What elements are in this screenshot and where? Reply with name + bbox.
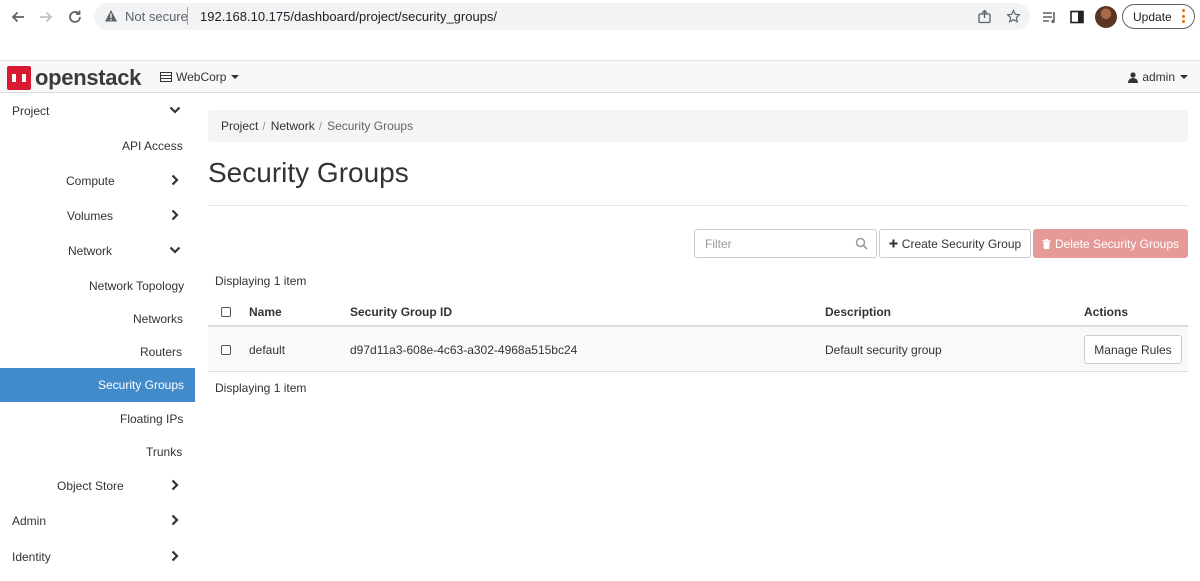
- create-button-label: Create Security Group: [901, 236, 1022, 251]
- sidebar-item-label: Security Groups: [98, 378, 185, 392]
- profile-avatar[interactable]: [1095, 6, 1117, 28]
- sidebar-item-api-access[interactable]: API Access: [0, 129, 195, 163]
- sidebar-item-volumes[interactable]: Volumes: [0, 199, 195, 233]
- brand-name: openstack: [35, 64, 142, 90]
- sidebar-item-label: Volumes: [67, 209, 114, 223]
- create-security-group-button[interactable]: Create Security Group: [879, 229, 1031, 258]
- sidebar-item-identity[interactable]: Identity: [0, 540, 195, 574]
- sidebar-item-floating-ips[interactable]: Floating IPs: [0, 402, 195, 436]
- filter-field[interactable]: [694, 229, 877, 258]
- chevron-down-icon: [169, 246, 181, 254]
- sidebar-item-network-topology[interactable]: Network Topology: [0, 269, 195, 303]
- sidebar-item-trunks[interactable]: Trunks: [0, 435, 195, 469]
- sidebar-item-networks[interactable]: Networks: [0, 302, 195, 336]
- chevron-down-icon: [169, 106, 181, 114]
- breadcrumb-project[interactable]: Project: [221, 119, 258, 133]
- chevron-right-icon: [171, 174, 179, 186]
- sidebar-item-compute[interactable]: Compute: [0, 164, 195, 198]
- project-name: WebCorp: [176, 70, 227, 84]
- security-status[interactable]: Not secure: [125, 9, 188, 24]
- chevron-right-icon: [171, 209, 179, 221]
- trash-icon: [1042, 238, 1051, 249]
- sidebar-item-label: Identity: [12, 550, 51, 564]
- chevron-right-icon: [171, 514, 179, 526]
- openstack-logo-icon: [7, 65, 31, 90]
- sidebar-item-label: Admin: [12, 514, 47, 528]
- update-button-label: Update: [1133, 9, 1172, 24]
- divider: [187, 7, 188, 25]
- chevron-right-icon: [171, 479, 179, 491]
- search-icon[interactable]: [855, 237, 868, 250]
- divider: [208, 205, 1188, 206]
- delete-security-groups-button[interactable]: Delete Security Groups: [1033, 229, 1188, 258]
- user-icon: [1128, 71, 1139, 83]
- column-header-id[interactable]: Security Group ID: [350, 305, 452, 319]
- user-name: admin: [1142, 70, 1175, 84]
- row-id-link[interactable]: d97d11a3-608e-4c63-a302-4968a515bc24: [350, 343, 577, 357]
- reading-list-icon[interactable]: [1039, 7, 1059, 27]
- select-all-checkbox[interactable]: [221, 307, 231, 317]
- row-description: Default security group: [825, 343, 942, 357]
- sidebar-item-label: Network Topology: [89, 279, 185, 293]
- breadcrumb: Project / Network / Security Groups: [208, 110, 1188, 142]
- reload-icon[interactable]: [64, 6, 86, 28]
- side-panel-icon[interactable]: [1067, 7, 1087, 27]
- forward-arrow-icon[interactable]: [35, 6, 57, 28]
- sidebar-item-label: Routers: [140, 345, 183, 359]
- row-checkbox[interactable]: [221, 345, 231, 355]
- sidebar-nav: Project API Access Compute Volumes Netwo…: [0, 93, 195, 581]
- share-icon[interactable]: [976, 8, 992, 24]
- filter-input[interactable]: [696, 231, 846, 256]
- column-header-actions: Actions: [1084, 305, 1129, 319]
- table-row: default d97d11a3-608e-4c63-a302-4968a515…: [208, 327, 1188, 372]
- sidebar-item-label: Floating IPs: [120, 412, 184, 426]
- sidebar-item-object-store[interactable]: Object Store: [0, 469, 195, 503]
- project-switcher[interactable]: WebCorp: [160, 70, 240, 84]
- sidebar-item-label: Networks: [133, 312, 184, 326]
- sidebar-item-label: Trunks: [146, 445, 183, 459]
- sidebar-item-label: Project: [12, 104, 50, 118]
- user-menu[interactable]: admin: [1128, 70, 1188, 84]
- sidebar-item-project[interactable]: Project: [0, 94, 195, 128]
- sidebar-item-security-groups[interactable]: Security Groups: [0, 368, 195, 402]
- update-button[interactable]: Update: [1122, 4, 1195, 29]
- item-count: Displaying 1 item: [215, 274, 307, 288]
- bookmark-star-icon[interactable]: [1005, 8, 1021, 24]
- breadcrumb-current: Security Groups: [327, 119, 414, 133]
- sidebar-item-routers[interactable]: Routers: [0, 335, 195, 369]
- sidebar-item-label: API Access: [122, 139, 183, 153]
- manage-rules-button[interactable]: Manage Rules: [1084, 335, 1182, 364]
- row-name: default: [249, 343, 286, 357]
- sidebar-item-label: Network: [68, 244, 113, 258]
- plus-icon: [889, 239, 898, 248]
- item-count-footer: Displaying 1 item: [215, 381, 307, 395]
- breadcrumb-separator: /: [318, 119, 323, 133]
- sidebar-item-admin[interactable]: Admin: [0, 504, 195, 538]
- address-bar[interactable]: Not secure 192.168.10.175/dashboard/proj…: [94, 3, 1030, 30]
- back-arrow-icon[interactable]: [7, 6, 29, 28]
- sidebar-item-label: Compute: [66, 174, 115, 188]
- project-list-icon: [160, 72, 172, 82]
- caret-down-icon: [1180, 75, 1188, 79]
- brand-logo-link[interactable]: openstack: [7, 65, 141, 90]
- sidebar-item-network[interactable]: Network: [0, 234, 195, 268]
- page-title: Security Groups: [208, 157, 409, 188]
- column-header-name[interactable]: Name: [249, 305, 282, 319]
- column-header-description[interactable]: Description: [825, 305, 891, 319]
- menu-dots-icon: [1182, 9, 1185, 23]
- warning-icon[interactable]: [104, 9, 118, 28]
- chevron-right-icon: [171, 550, 179, 562]
- app-header: openstack WebCorp admin: [0, 60, 1200, 93]
- delete-button-label: Delete Security Groups: [1054, 236, 1180, 251]
- table-header: Name Security Group ID Description Actio…: [208, 295, 1188, 327]
- caret-down-icon: [231, 75, 240, 79]
- breadcrumb-network[interactable]: Network: [271, 119, 315, 133]
- breadcrumb-separator: /: [262, 119, 266, 133]
- browser-toolbar: Not secure 192.168.10.175/dashboard/proj…: [0, 0, 1200, 34]
- sidebar-item-label: Object Store: [57, 479, 124, 493]
- url-text[interactable]: 192.168.10.175/dashboard/project/securit…: [200, 9, 497, 24]
